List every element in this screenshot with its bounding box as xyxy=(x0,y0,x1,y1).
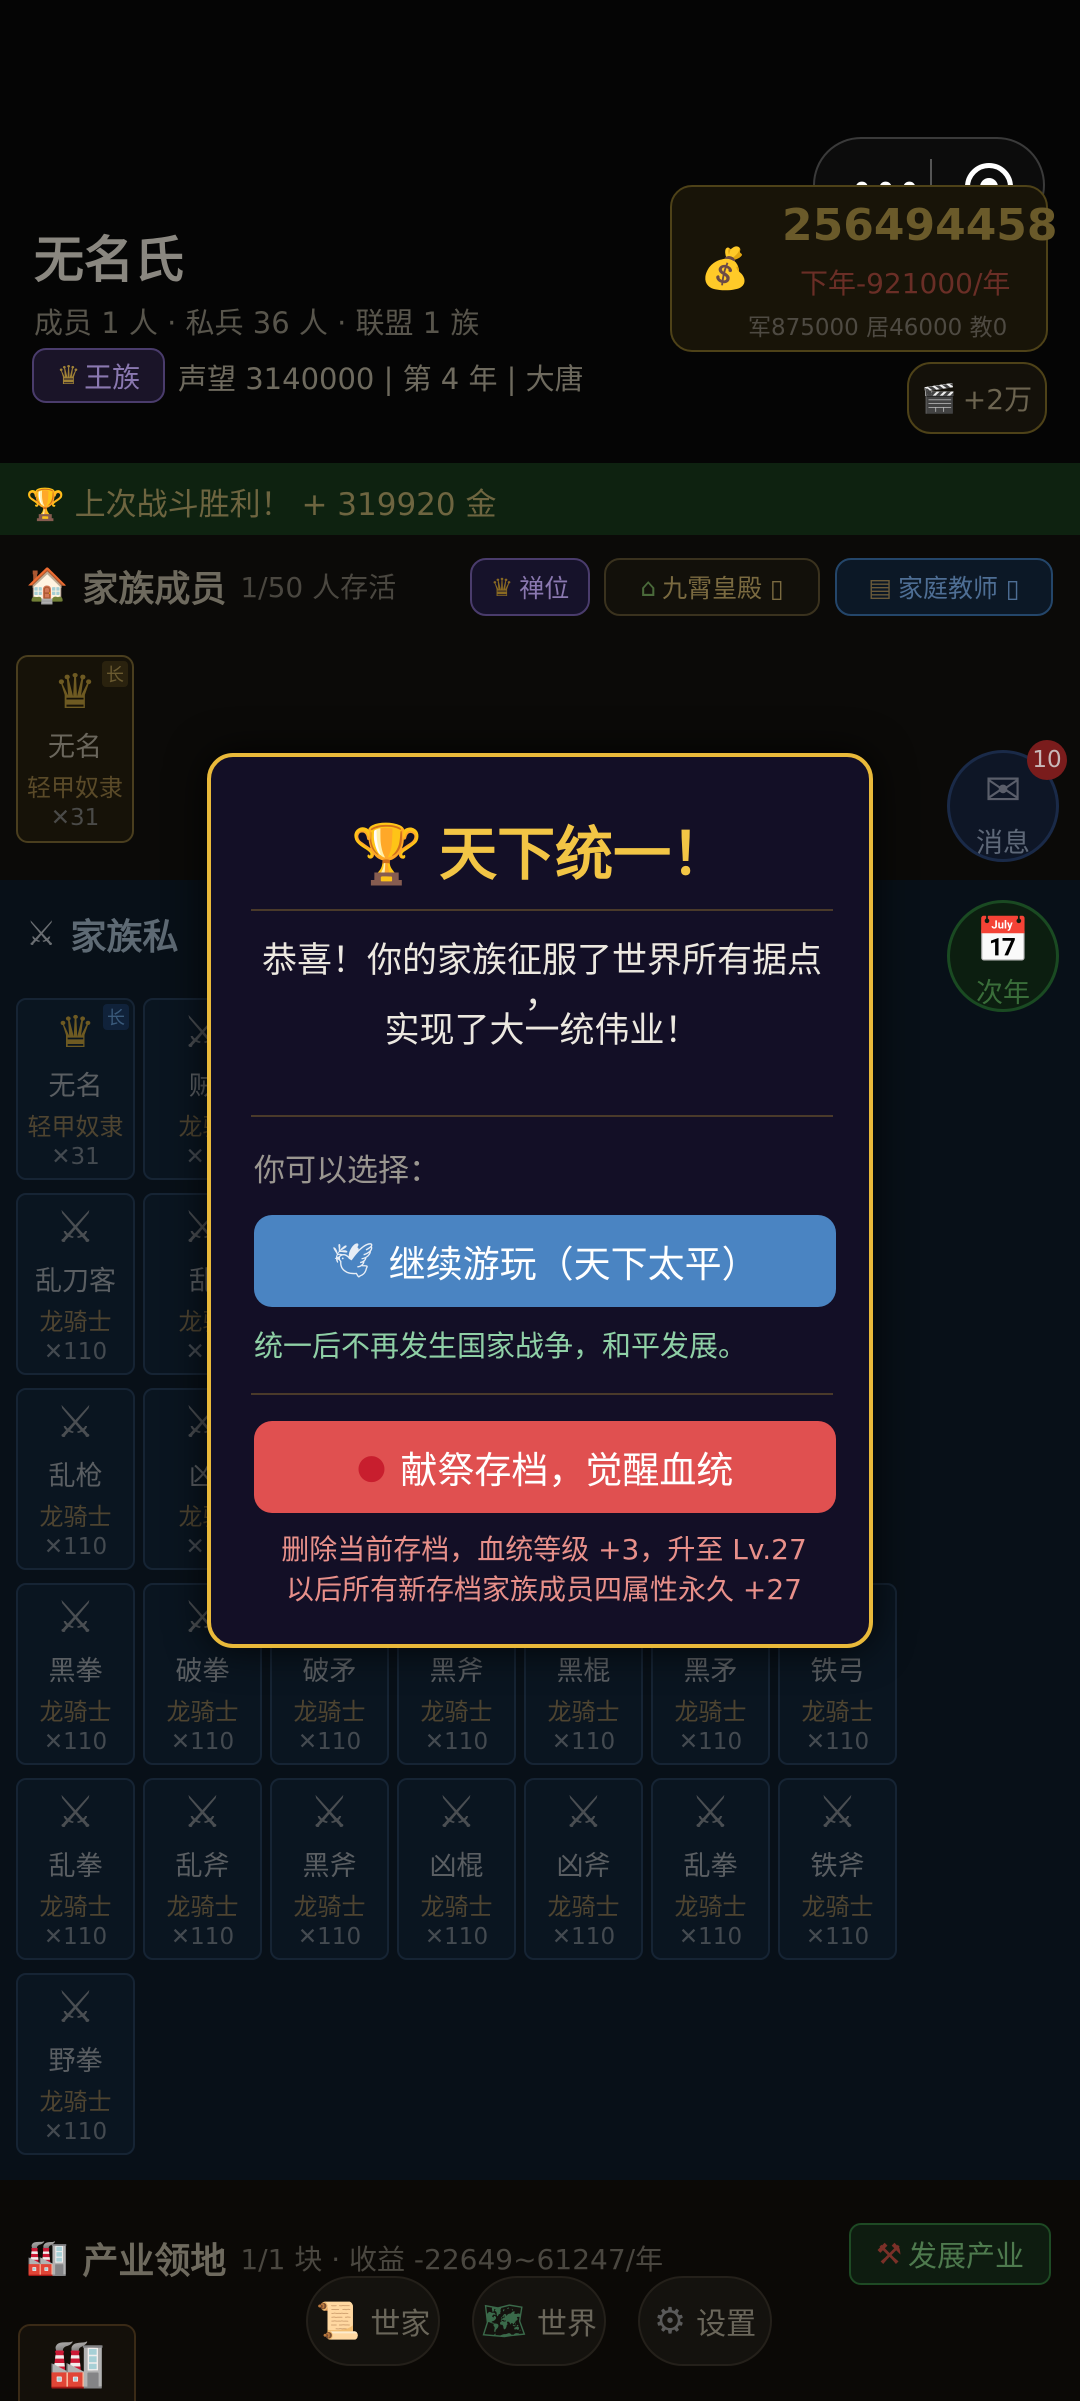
continue-label: 继续游玩（天下太平） xyxy=(388,1243,759,1286)
dialog-title: 🏆 天下统一！ xyxy=(211,807,869,891)
continue-description: 统一后不再发生国家战争，和平发展。 xyxy=(254,1329,748,1363)
dialog-title-text: 天下统一！ xyxy=(439,820,730,888)
sacrifice-description: 删除当前存档，血统等级 +3，升至 Lv.27 以后所有新存档家族成员四属性永久… xyxy=(241,1530,847,1610)
divider xyxy=(251,1115,833,1117)
congrats-message: 恭喜！你的家族征服了世界所有据点 ， 实现了大一统伟业！ xyxy=(241,937,843,1055)
trophy-icon: 🏆 xyxy=(350,820,424,888)
divider xyxy=(251,909,833,911)
unification-dialog: 🏆 天下统一！ 恭喜！你的家族征服了世界所有据点 ， 实现了大一统伟业！ 你可以选… xyxy=(207,753,873,1648)
blood-drop-icon: ● xyxy=(356,1447,387,1487)
congrats-line-2: ， xyxy=(524,976,560,1016)
divider xyxy=(251,1393,833,1395)
continue-playing-button[interactable]: 🕊 继续游玩（天下太平） xyxy=(254,1215,836,1307)
sacrifice-desc-line-2: 以后所有新存档家族成员四属性永久 +27 xyxy=(286,1573,802,1606)
congrats-line-3: 实现了大一统伟业！ xyxy=(384,1011,700,1051)
sacrifice-label: 献祭存档，觉醒血统 xyxy=(400,1449,734,1492)
dove-icon: 🕊 xyxy=(331,1241,375,1281)
sacrifice-desc-line-1: 删除当前存档，血统等级 +3，升至 Lv.27 xyxy=(281,1533,807,1566)
sacrifice-save-button[interactable]: ● 献祭存档，觉醒血统 xyxy=(254,1421,836,1513)
choose-label: 你可以选择： xyxy=(254,1153,440,1189)
